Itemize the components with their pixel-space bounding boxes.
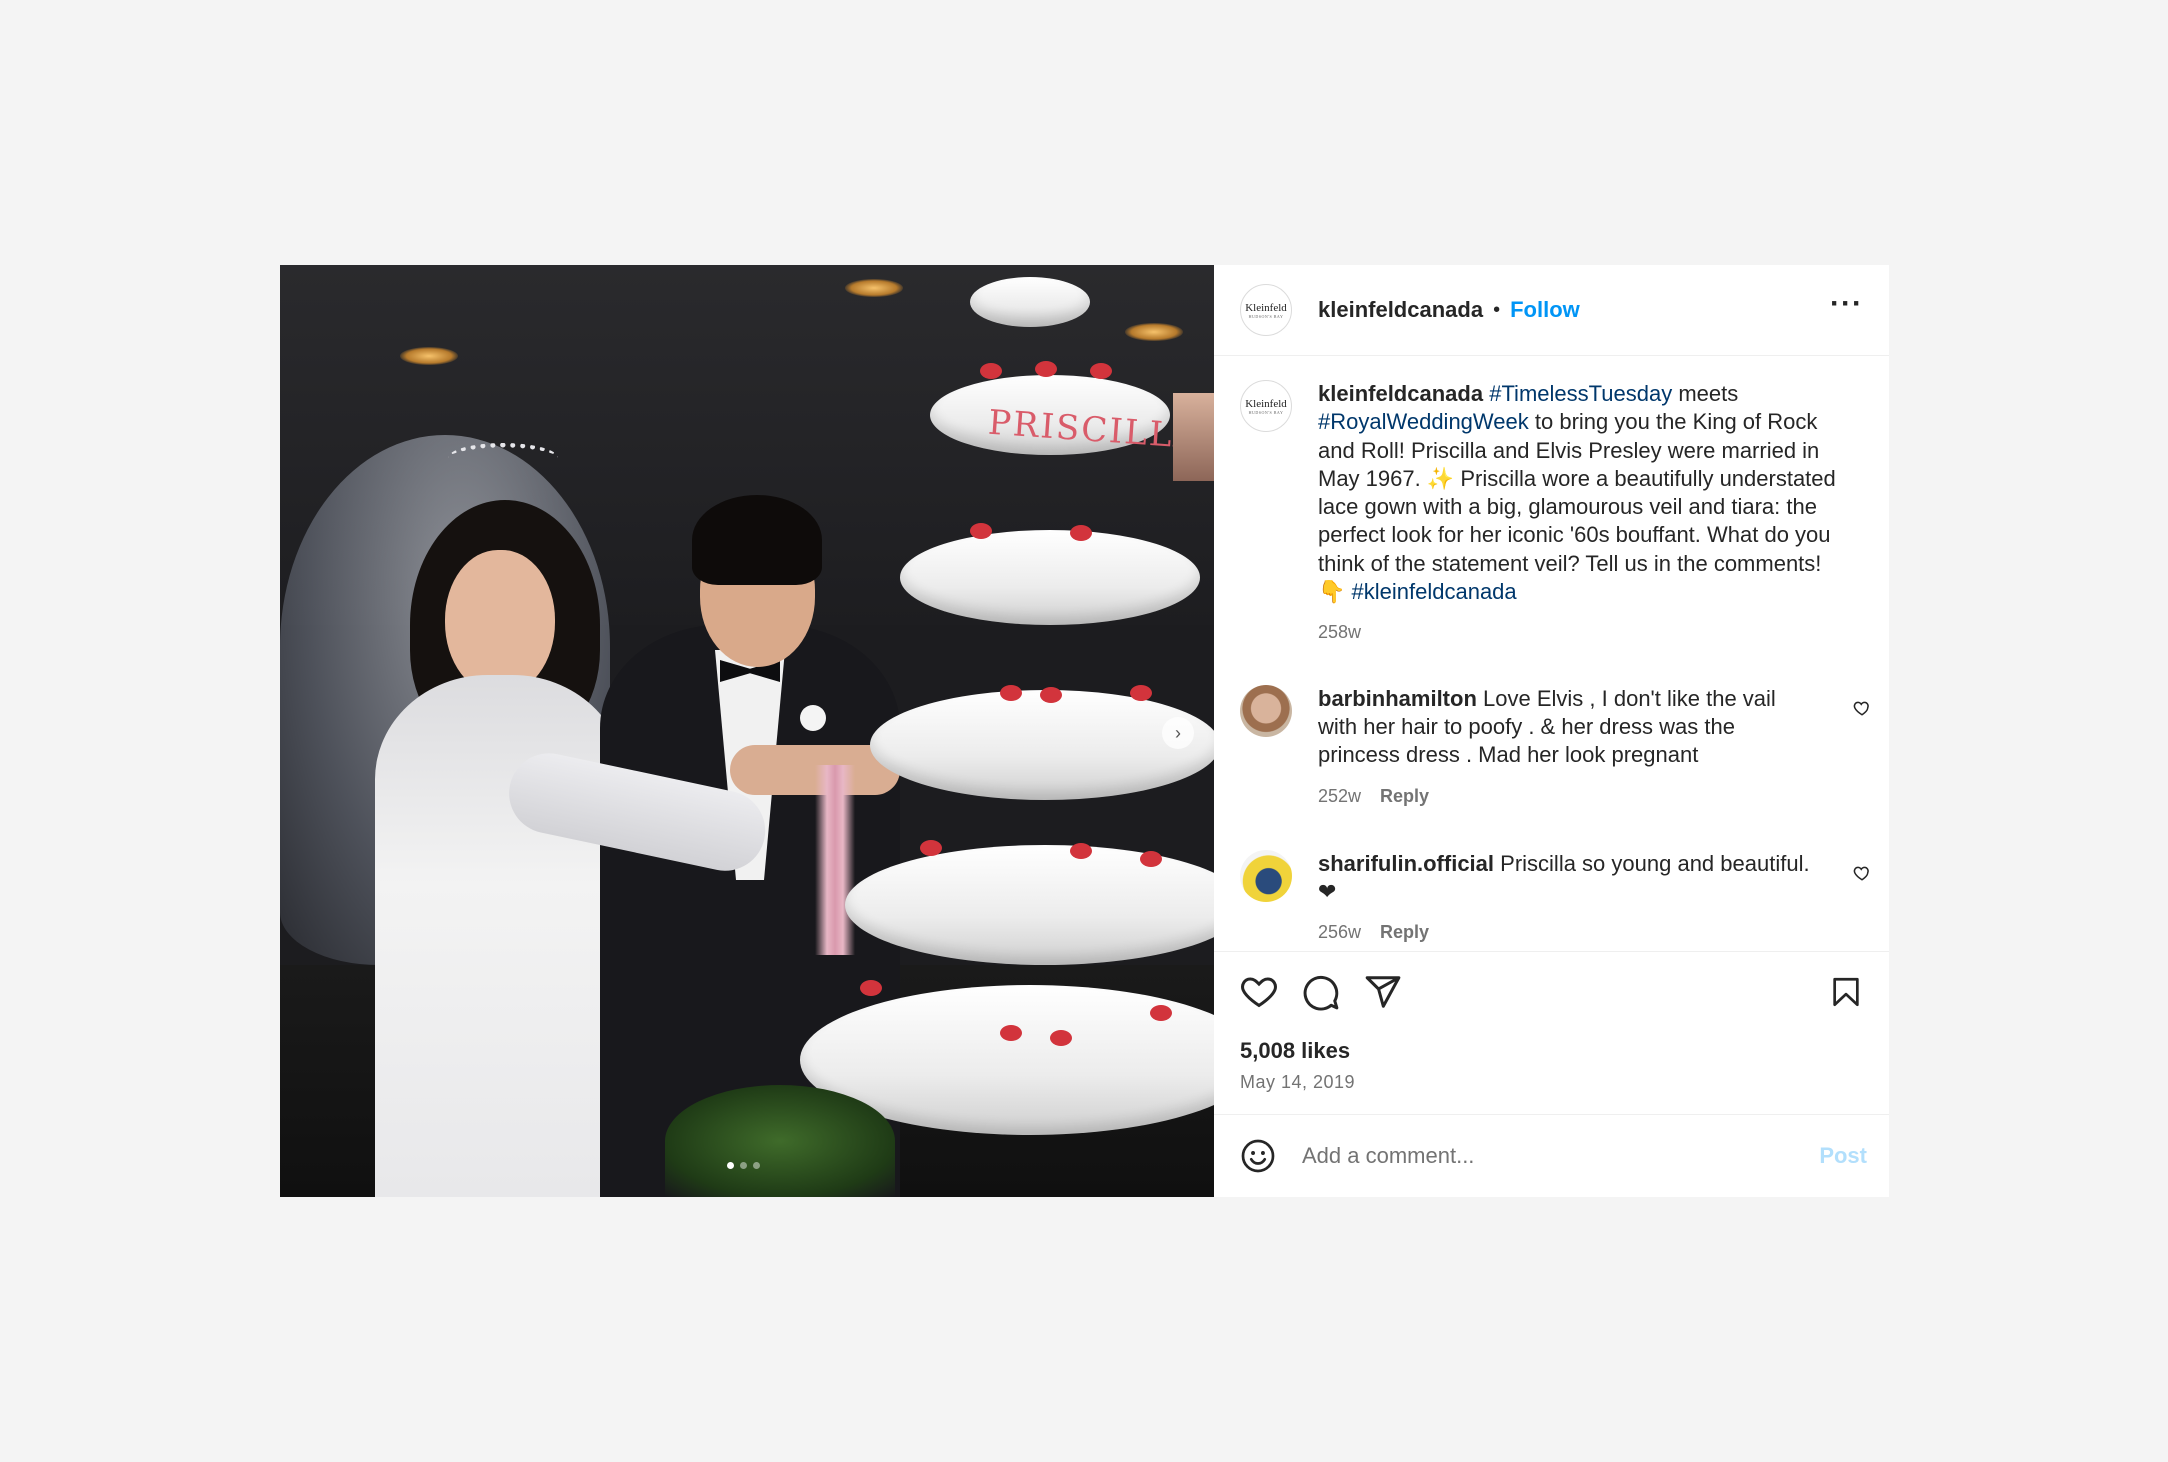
- like-comment-heart-icon[interactable]: [1853, 864, 1871, 882]
- cake-rose: [1090, 363, 1112, 379]
- hashtag-link[interactable]: #RoyalWeddingWeek: [1318, 409, 1529, 434]
- next-photo-peek: [1173, 393, 1214, 481]
- comment-username[interactable]: barbinhamilton: [1318, 686, 1477, 711]
- carousel-dots: [727, 1162, 760, 1169]
- cake-rose: [1140, 851, 1162, 867]
- cake-greenery: [665, 1085, 895, 1197]
- carousel-dot: [740, 1162, 747, 1169]
- follow-button[interactable]: Follow: [1510, 297, 1580, 323]
- cake-rose: [1050, 1030, 1072, 1046]
- next-arrow-icon[interactable]: ›: [1162, 717, 1194, 749]
- comment-body: sharifulin.official Priscilla so young a…: [1318, 850, 1818, 947]
- bride-face: [445, 550, 555, 695]
- post-date[interactable]: May 14, 2019: [1240, 1072, 1863, 1093]
- caption-age[interactable]: 258w: [1318, 622, 1361, 642]
- groom-carnation: [800, 705, 826, 731]
- comment-age[interactable]: 252w: [1318, 786, 1361, 806]
- header-separator: •: [1493, 298, 1501, 321]
- caption-username[interactable]: kleinfeldcanada: [1318, 381, 1483, 406]
- comment: barbinhamilton Love Elvis , I don't like…: [1240, 684, 1871, 810]
- comment-meta: 252w Reply: [1318, 782, 1818, 810]
- cake-tier: [970, 277, 1090, 327]
- cake-rose: [970, 523, 992, 539]
- caption-body: kleinfeldcanada #TimelessTuesday meets #…: [1318, 380, 1838, 647]
- knife-ribbon: [815, 765, 855, 955]
- post-header: Kleinfeld HUDSON'S BAY kleinfeldcanada •…: [1214, 265, 1889, 356]
- like-comment-heart-icon[interactable]: [1853, 699, 1871, 717]
- avatar-brand-subtext: HUDSON'S BAY: [1248, 409, 1284, 415]
- avatar-brand-text: Kleinfeld: [1245, 397, 1287, 410]
- cake-rose: [1035, 361, 1057, 377]
- comments-section[interactable]: Kleinfeld HUDSON'S BAY kleinfeldcanada #…: [1214, 356, 1889, 951]
- save-bookmark-icon[interactable]: [1829, 973, 1863, 1011]
- cake-tier: [900, 530, 1200, 625]
- bride-dress: [375, 675, 625, 1197]
- ceiling-light: [1125, 323, 1183, 341]
- ceiling-light: [845, 279, 903, 297]
- cake-rose: [1070, 843, 1092, 859]
- cake-rose: [980, 363, 1002, 379]
- post-actions: 5,008 likes May 14, 2019: [1214, 951, 1889, 1114]
- cake-rose: [1070, 525, 1092, 541]
- comment-age[interactable]: 256w: [1318, 922, 1361, 942]
- post-side-panel: Kleinfeld HUDSON'S BAY kleinfeldcanada •…: [1214, 265, 1889, 1197]
- commenter-avatar[interactable]: [1240, 849, 1292, 902]
- commenter-avatar[interactable]: [1240, 684, 1292, 737]
- cake-rose: [920, 840, 942, 856]
- comment-meta: 256w Reply: [1318, 918, 1818, 946]
- comment-input[interactable]: [1302, 1143, 1820, 1169]
- caption-text-segment: meets: [1672, 381, 1739, 406]
- profile-avatar[interactable]: Kleinfeld HUDSON'S BAY: [1240, 284, 1292, 336]
- hashtag-link[interactable]: #kleinfeldcanada: [1352, 579, 1517, 604]
- cake-rose: [1000, 685, 1022, 701]
- action-icons: [1240, 970, 1863, 1014]
- post-photo[interactable]: PRISCILLA ›: [280, 265, 1214, 1197]
- post-comment-button[interactable]: Post: [1819, 1143, 1867, 1169]
- reply-button[interactable]: Reply: [1380, 922, 1429, 942]
- comment-text: sharifulin.official Priscilla so young a…: [1318, 850, 1818, 907]
- caption-text-segment: to bring you the King of Rock and Roll! …: [1318, 409, 1836, 605]
- cake-tier: [870, 690, 1214, 800]
- share-paper-plane-icon[interactable]: [1364, 973, 1402, 1011]
- cake-rose: [1000, 1025, 1022, 1041]
- bride-tiara: [448, 443, 558, 473]
- caption-meta: 258w: [1318, 618, 1838, 646]
- carousel-dot: [753, 1162, 760, 1169]
- like-count[interactable]: 5,008 likes: [1240, 1038, 1863, 1064]
- hashtag-link[interactable]: #TimelessTuesday: [1489, 381, 1672, 406]
- avatar-brand-text: Kleinfeld: [1245, 301, 1287, 314]
- emoji-smiley-icon[interactable]: [1240, 1138, 1276, 1174]
- groom-hair: [692, 495, 822, 585]
- avatar-brand-subtext: HUDSON'S BAY: [1248, 313, 1284, 319]
- cake-rose: [1040, 687, 1062, 703]
- instagram-post: PRISCILLA › Kleinfeld HUDSON'S BAY klein…: [280, 265, 1889, 1197]
- carousel-dot: [727, 1162, 734, 1169]
- add-comment-bar: Post: [1214, 1114, 1889, 1197]
- caption: Kleinfeld HUDSON'S BAY kleinfeldcanada #…: [1240, 380, 1871, 647]
- caption-text: kleinfeldcanada #TimelessTuesday meets #…: [1318, 380, 1838, 606]
- more-options-icon[interactable]: ···: [1830, 289, 1863, 321]
- cake-rose: [1150, 1005, 1172, 1021]
- comment-text: barbinhamilton Love Elvis , I don't like…: [1318, 685, 1818, 770]
- caption-avatar[interactable]: Kleinfeld HUDSON'S BAY: [1240, 380, 1292, 432]
- reply-button[interactable]: Reply: [1380, 786, 1429, 806]
- ceiling-light: [400, 347, 458, 365]
- cake-rose: [860, 980, 882, 996]
- comment-bubble-icon[interactable]: [1302, 973, 1340, 1011]
- cake-rose: [1130, 685, 1152, 701]
- post-username[interactable]: kleinfeldcanada: [1318, 297, 1483, 323]
- comment-username[interactable]: sharifulin.official: [1318, 851, 1494, 876]
- comment: sharifulin.official Priscilla so young a…: [1240, 849, 1871, 947]
- comment-body: barbinhamilton Love Elvis , I don't like…: [1318, 685, 1818, 810]
- like-heart-icon[interactable]: [1240, 973, 1278, 1011]
